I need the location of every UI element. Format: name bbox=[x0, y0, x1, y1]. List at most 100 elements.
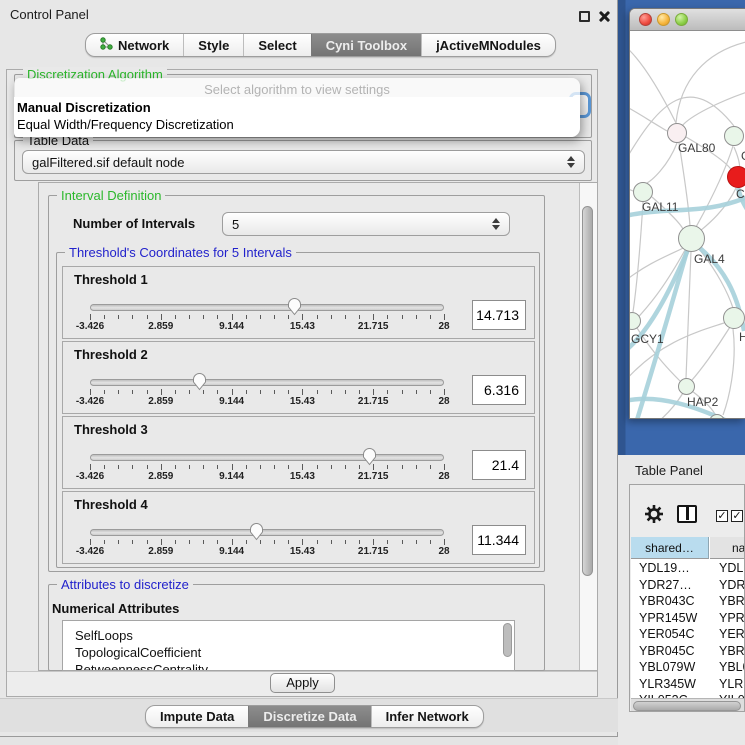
combobox-stepper-icon bbox=[563, 156, 579, 168]
table-row[interactable]: YDL19…YDL1 bbox=[631, 560, 745, 577]
slider-tick bbox=[416, 315, 417, 319]
bottom-tab-discretize-data[interactable]: Discretize Data bbox=[248, 706, 370, 727]
table-row[interactable]: YBL079WYBL0 bbox=[631, 659, 745, 676]
tab-jactivemnodules[interactable]: jActiveMNodules bbox=[421, 34, 555, 56]
network-node-g[interactable] bbox=[724, 126, 744, 146]
threshold-value-field[interactable]: 21.4 bbox=[472, 450, 526, 480]
threshold-slider-track[interactable] bbox=[90, 454, 444, 461]
table-header-shared-name[interactable]: shared… bbox=[631, 537, 709, 559]
tab-select[interactable]: Select bbox=[243, 34, 310, 56]
table-horizontal-scrollbar-thumb[interactable] bbox=[633, 701, 741, 711]
numerical-attributes-list[interactable]: SelfLoopsTopologicalCoefficientBetweenne… bbox=[62, 620, 515, 671]
table-data-combobox[interactable]: galFiltered.sif default node bbox=[22, 150, 585, 174]
algorithm-option-manual[interactable]: Manual Discretization bbox=[17, 100, 151, 115]
slider-tick bbox=[189, 390, 190, 394]
table-row[interactable]: YLR345WYLR3 bbox=[631, 676, 745, 693]
slider-tick bbox=[104, 465, 105, 469]
network-node-h[interactable] bbox=[723, 307, 745, 329]
slider-tick-label: 21.715 bbox=[358, 546, 389, 557]
table-cell-shared-name: YDL19… bbox=[639, 560, 690, 577]
slider-tick bbox=[232, 314, 233, 320]
table-row[interactable]: YPR145WYPR1 bbox=[631, 610, 745, 627]
network-node-c[interactable] bbox=[727, 166, 745, 188]
slider-tick-label: 21.715 bbox=[358, 471, 389, 482]
combobox-stepper-icon bbox=[488, 218, 504, 230]
network-canvas[interactable]: GAL80GCGAL11GAL4GCY1HHAP2 bbox=[630, 31, 745, 419]
close-icon[interactable] bbox=[598, 10, 611, 23]
slider-tick-label: 28 bbox=[438, 471, 449, 482]
checkbox-icon[interactable]: ✓ bbox=[731, 510, 743, 522]
slider-tick bbox=[147, 390, 148, 394]
threshold-slider-track[interactable] bbox=[90, 379, 444, 386]
slider-tick bbox=[175, 315, 176, 319]
table-header-name[interactable]: na bbox=[710, 537, 745, 559]
column-layout-icon[interactable] bbox=[677, 505, 697, 523]
bottom-tab-impute-data[interactable]: Impute Data bbox=[146, 706, 248, 727]
vertical-scrollbar-thumb[interactable] bbox=[582, 206, 593, 576]
tab-style[interactable]: Style bbox=[183, 34, 243, 56]
slider-tick bbox=[302, 389, 303, 395]
table-row[interactable]: YBR045CYBR0 bbox=[631, 643, 745, 660]
slider-tick-label: 9.144 bbox=[219, 321, 244, 332]
number-of-intervals-combobox[interactable]: 5 bbox=[222, 212, 510, 236]
table-row[interactable]: YER054CYER0 bbox=[631, 626, 745, 643]
network-view-window: GAL80GCGAL11GAL4GCY1HHAP2 bbox=[629, 8, 745, 419]
slider-tick bbox=[217, 540, 218, 544]
apply-button[interactable]: Apply bbox=[270, 673, 335, 693]
network-window-titlebar[interactable] bbox=[630, 9, 745, 31]
bottom-tab-bar: Impute DataDiscretize DataInfer Network bbox=[145, 705, 484, 728]
network-node-hap2[interactable] bbox=[678, 378, 695, 395]
slider-tick bbox=[90, 314, 91, 320]
slider-tick-label: -3.426 bbox=[76, 396, 104, 407]
table-cell-name: YLR3 bbox=[719, 676, 745, 693]
threshold-slider-track[interactable] bbox=[90, 304, 444, 311]
algorithm-option-equal-width[interactable]: Equal Width/Frequency Discretization bbox=[17, 117, 234, 132]
tab-cyni-toolbox[interactable]: Cyni Toolbox bbox=[311, 34, 421, 56]
attributes-list-scrollbar-thumb[interactable] bbox=[503, 623, 512, 657]
network-node-gal11[interactable] bbox=[633, 182, 653, 202]
slider-tick-label: 2.859 bbox=[148, 396, 173, 407]
slider-tick bbox=[359, 465, 360, 469]
threshold-slider-track[interactable] bbox=[90, 529, 444, 536]
attribute-list-item[interactable]: SelfLoops bbox=[63, 627, 514, 644]
network-node-gal80[interactable] bbox=[667, 123, 687, 143]
number-of-intervals-label: Number of Intervals bbox=[73, 216, 195, 231]
slider-tick-label: -3.426 bbox=[76, 471, 104, 482]
close-traffic-light-icon[interactable] bbox=[639, 13, 652, 26]
checkbox-icon[interactable]: ✓ bbox=[716, 510, 728, 522]
attribute-list-item[interactable]: TopologicalCoefficient bbox=[63, 644, 514, 661]
slider-tick bbox=[387, 465, 388, 469]
algorithm-placeholder-option[interactable]: Select algorithm to view settings bbox=[14, 82, 580, 97]
threshold-slider-thumb[interactable] bbox=[362, 447, 377, 466]
threshold-value-field[interactable]: 11.344 bbox=[472, 525, 526, 555]
slider-tick bbox=[430, 465, 431, 469]
threshold-slider-thumb[interactable] bbox=[192, 372, 207, 391]
float-window-icon[interactable] bbox=[579, 11, 590, 22]
table-row[interactable]: YDR27…YDR2 bbox=[631, 577, 745, 594]
bottom-tab-infer-network[interactable]: Infer Network bbox=[371, 706, 483, 727]
tab-network[interactable]: Network bbox=[86, 34, 183, 56]
threshold-slider-thumb[interactable] bbox=[249, 522, 264, 541]
network-node-gal4[interactable] bbox=[678, 225, 705, 252]
threshold-slider-thumb[interactable] bbox=[287, 297, 302, 316]
threshold-panel-3: Threshold 3-3.4262.8599.14415.4321.71528… bbox=[62, 416, 535, 489]
slider-tick bbox=[161, 464, 162, 470]
network-node-label: GAL11 bbox=[642, 200, 678, 214]
tab-label: Style bbox=[198, 38, 229, 53]
attribute-list-item[interactable]: BetweennessCentrality bbox=[63, 661, 514, 671]
vertical-scrollbar[interactable] bbox=[579, 183, 597, 670]
algorithm-dropdown-popup: Select algorithm to view settings Manual… bbox=[14, 78, 580, 137]
slider-tick bbox=[373, 314, 374, 320]
zoom-traffic-light-icon[interactable] bbox=[675, 13, 688, 26]
threshold-value-field[interactable]: 14.713 bbox=[472, 300, 526, 330]
minimize-traffic-light-icon[interactable] bbox=[657, 13, 670, 26]
slider-tick bbox=[161, 314, 162, 320]
table-horizontal-scrollbar[interactable] bbox=[631, 698, 745, 712]
slider-tick bbox=[246, 540, 247, 544]
table-row[interactable]: YBR043CYBR0 bbox=[631, 593, 745, 610]
table-cell-shared-name: YDR27… bbox=[639, 577, 692, 594]
threshold-value-field[interactable]: 6.316 bbox=[472, 375, 526, 405]
gear-icon[interactable] bbox=[644, 504, 664, 529]
network-node-label: GAL80 bbox=[678, 141, 715, 155]
slider-tick bbox=[260, 465, 261, 469]
